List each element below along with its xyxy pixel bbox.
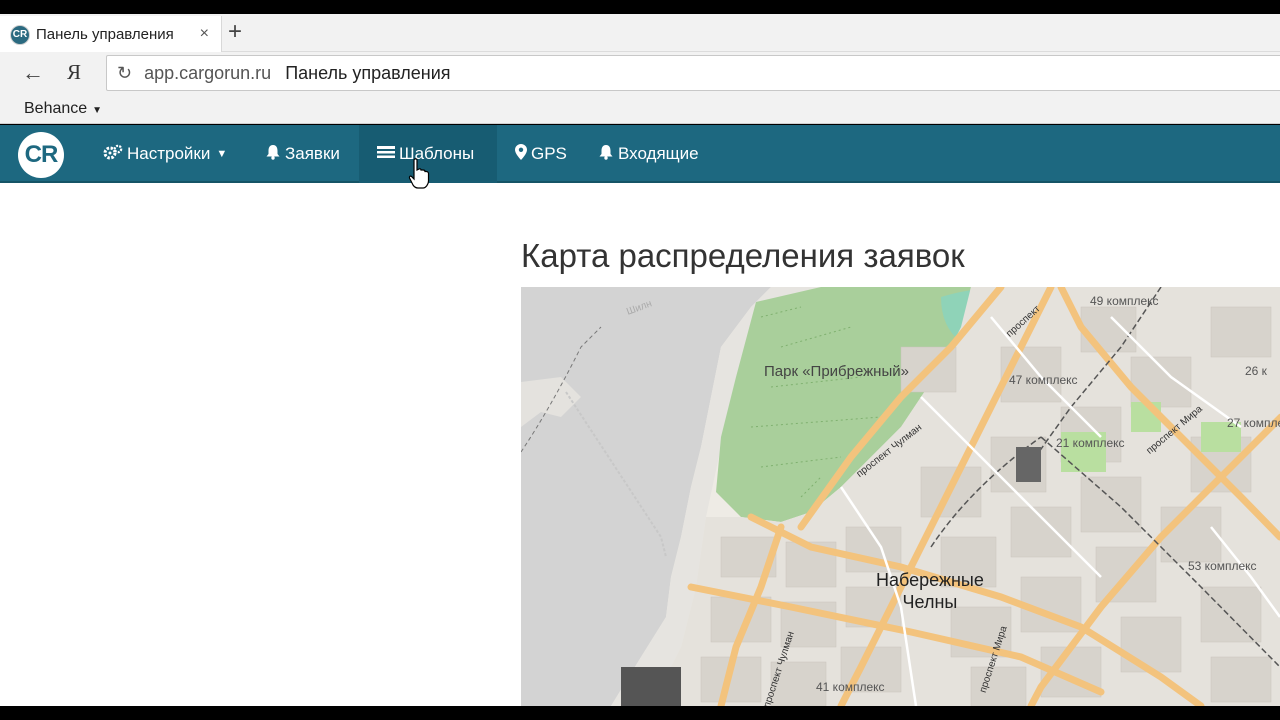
new-tab-button[interactable]: + [228,20,242,44]
screen-top-border [0,0,1280,14]
tab-title: Панель управления [36,26,174,43]
bell-icon [598,144,614,165]
screen-bottom-border [0,706,1280,720]
map-label-district-53: 53 комплекс [1188,559,1257,573]
map-tiles [521,287,1280,706]
map-marker-icon [515,143,527,165]
map-label-park: Парк «Прибрежный» [764,363,909,380]
nav-requests-label: Заявки [285,144,340,163]
browser-toolbar: ← Я ↻ app.cargorun.ru Панель управления [0,52,1280,94]
app-logo[interactable]: CR [18,132,64,178]
map-label-district-49: 49 комплекс [1090,294,1159,308]
bookmark-label: Behance [24,100,88,117]
nav-inbox-label: Входящие [618,144,699,163]
nav-requests[interactable]: Заявки [247,125,358,183]
caret-down-icon: ▼ [216,148,228,160]
map-label-district-47: 47 комплекс [1009,373,1078,387]
bookmark-behance[interactable]: Behance ▼ [24,100,102,118]
city-name-line2: Челны [902,592,958,612]
yandex-icon[interactable]: Я [67,60,81,85]
reload-icon[interactable]: ↻ [117,63,132,84]
city-name-line1: Набережные [876,570,984,590]
nav-gps[interactable]: GPS [497,125,585,183]
gears-icon [103,144,123,165]
map-label-district-21: 21 комплекс [1056,436,1125,450]
chevron-down-icon: ▼ [92,105,103,116]
list-icon [377,144,395,164]
address-bar[interactable]: ↻ app.cargorun.ru Панель управления [106,55,1280,91]
main-content: Карта распределения заявок Парк «Прибреж… [0,183,1280,706]
tab-favicon-icon: CR [10,24,30,45]
nav-settings-label: Настройки [127,144,211,163]
map-label-district-27: 27 комплек [1227,416,1280,430]
page-title: Карта распределения заявок [521,237,965,274]
mouse-pointer-icon [408,158,430,189]
map-label-district-41: 41 комплекс [816,680,885,694]
back-arrow-icon[interactable]: ← [22,60,44,86]
browser-tab[interactable]: CR Панель управления × [0,16,222,53]
url-page-title: Панель управления [285,62,451,83]
map-label-city: Набережные Челны [876,569,984,613]
bell-icon [265,144,281,165]
browser-tab-strip: CR Панель управления × + [0,14,1280,53]
nav-gps-label: GPS [531,144,567,163]
requests-map[interactable]: Парк «Прибрежный» Набережные Челны 49 ко… [521,287,1280,706]
nav-settings[interactable]: Настройки ▼ [85,125,245,183]
nav-inbox[interactable]: Входящие [580,125,717,183]
close-tab-icon[interactable]: × [200,25,209,43]
bookmarks-bar: Behance ▼ [0,94,1280,124]
app-navbar: CR Настройки ▼ Заявки Шаблоны GPS Входящ… [0,125,1280,183]
map-label-district-26: 26 к [1245,364,1267,378]
url-domain: app.cargorun.ru [144,62,272,83]
